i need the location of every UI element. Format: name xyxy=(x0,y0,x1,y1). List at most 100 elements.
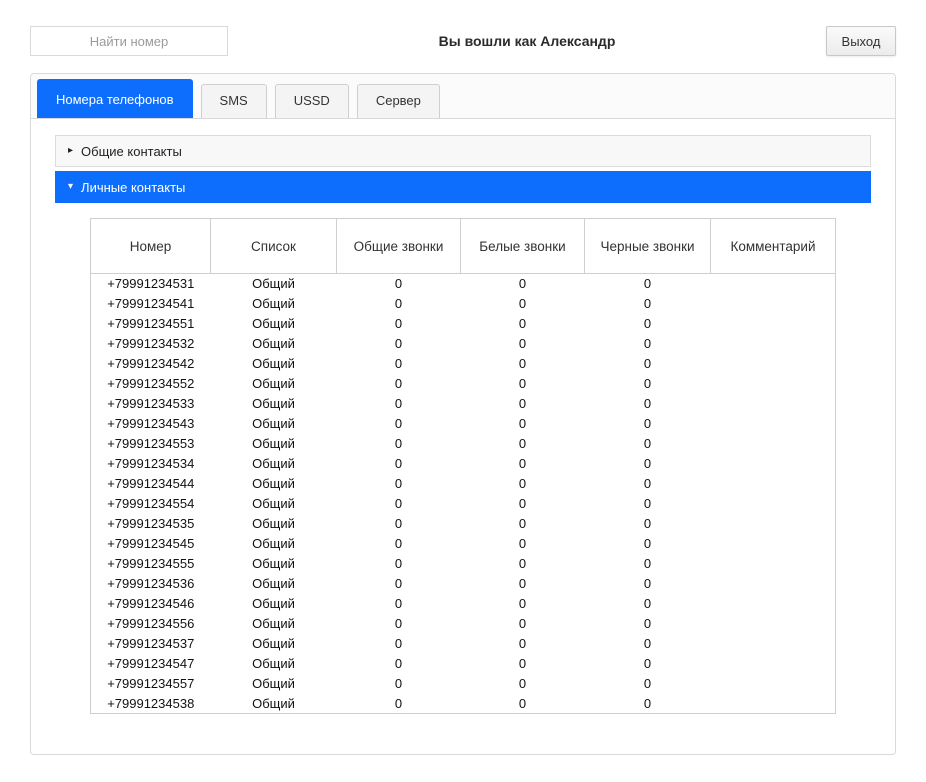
table-cell: Общий xyxy=(211,434,337,454)
table-row[interactable]: +79991234535Общий000 xyxy=(91,514,836,534)
table-row[interactable]: +79991234551Общий000 xyxy=(91,314,836,334)
table-cell: 0 xyxy=(461,394,585,414)
table-cell: Общий xyxy=(211,554,337,574)
table-cell: 0 xyxy=(585,474,711,494)
contacts-table: НомерСписокОбщие звонкиБелые звонкиЧерны… xyxy=(90,218,836,714)
column-header: Белые звонки xyxy=(461,219,585,274)
table-cell xyxy=(711,574,836,594)
table-cell: Общий xyxy=(211,274,337,294)
logout-button[interactable]: Выход xyxy=(826,26,896,56)
table-row[interactable]: +79991234555Общий000 xyxy=(91,554,836,574)
table-row[interactable]: +79991234544Общий000 xyxy=(91,474,836,494)
table-cell: 0 xyxy=(585,414,711,434)
search-input[interactable] xyxy=(30,26,228,56)
tab-ussd[interactable]: USSD xyxy=(275,84,349,118)
table-cell: +79991234544 xyxy=(91,474,211,494)
table-cell xyxy=(711,354,836,374)
table-cell: 0 xyxy=(337,534,461,554)
table-cell: 0 xyxy=(585,494,711,514)
table-row[interactable]: +79991234538Общий000 xyxy=(91,694,836,714)
main-panel: Номера телефонов SMS USSD Сервер ▸ Общие… xyxy=(30,73,896,755)
table-cell: +79991234531 xyxy=(91,274,211,294)
table-cell: 0 xyxy=(461,674,585,694)
table-cell: 0 xyxy=(337,354,461,374)
table-cell: +79991234551 xyxy=(91,314,211,334)
table-cell: 0 xyxy=(585,554,711,574)
table-row[interactable]: +79991234543Общий000 xyxy=(91,414,836,434)
table-cell: 0 xyxy=(461,334,585,354)
table-row[interactable]: +79991234534Общий000 xyxy=(91,454,836,474)
table-row[interactable]: +79991234536Общий000 xyxy=(91,574,836,594)
table-cell xyxy=(711,674,836,694)
table-row[interactable]: +79991234552Общий000 xyxy=(91,374,836,394)
table-row[interactable]: +79991234542Общий000 xyxy=(91,354,836,374)
column-header: Список xyxy=(211,219,337,274)
panel-body: ▸ Общие контакты ▾ Личные контакты Номер… xyxy=(31,119,895,714)
tab-phone-numbers[interactable]: Номера телефонов xyxy=(37,79,193,118)
table-cell: 0 xyxy=(461,634,585,654)
table-row[interactable]: +79991234557Общий000 xyxy=(91,674,836,694)
table-cell: 0 xyxy=(585,434,711,454)
table-cell xyxy=(711,514,836,534)
table-cell: 0 xyxy=(337,274,461,294)
table-cell: 0 xyxy=(585,274,711,294)
table-cell: Общий xyxy=(211,494,337,514)
table-cell: 0 xyxy=(461,294,585,314)
table-cell: 0 xyxy=(585,694,711,714)
table-row[interactable]: +79991234532Общий000 xyxy=(91,334,836,354)
table-cell: +79991234533 xyxy=(91,394,211,414)
table-cell: 0 xyxy=(337,374,461,394)
table-cell: 0 xyxy=(585,534,711,554)
table-row[interactable]: +79991234553Общий000 xyxy=(91,434,836,454)
table-row[interactable]: +79991234546Общий000 xyxy=(91,594,836,614)
table-cell: 0 xyxy=(337,634,461,654)
table-row[interactable]: +79991234545Общий000 xyxy=(91,534,836,554)
table-row[interactable]: +79991234556Общий000 xyxy=(91,614,836,634)
tab-server[interactable]: Сервер xyxy=(357,84,440,118)
table-cell xyxy=(711,314,836,334)
table-cell: +79991234554 xyxy=(91,494,211,514)
table-row[interactable]: +79991234537Общий000 xyxy=(91,634,836,654)
table-cell: 0 xyxy=(461,354,585,374)
column-header: Комментарий xyxy=(711,219,836,274)
table-cell: 0 xyxy=(337,554,461,574)
table-cell: +79991234538 xyxy=(91,694,211,714)
contacts-table-header: НомерСписокОбщие звонкиБелые звонкиЧерны… xyxy=(91,219,836,274)
table-cell: +79991234555 xyxy=(91,554,211,574)
table-cell: +79991234536 xyxy=(91,574,211,594)
table-row[interactable]: +79991234533Общий000 xyxy=(91,394,836,414)
table-row[interactable]: +79991234547Общий000 xyxy=(91,654,836,674)
table-cell: 0 xyxy=(585,574,711,594)
table-cell: 0 xyxy=(585,454,711,474)
page: Вы вошли как Александр Выход Номера теле… xyxy=(0,0,926,782)
table-cell xyxy=(711,474,836,494)
table-cell: 0 xyxy=(461,554,585,574)
table-cell: 0 xyxy=(585,394,711,414)
table-cell xyxy=(711,614,836,634)
table-cell xyxy=(711,274,836,294)
tab-sms[interactable]: SMS xyxy=(201,84,267,118)
table-row[interactable]: +79991234541Общий000 xyxy=(91,294,836,314)
table-cell: 0 xyxy=(585,634,711,654)
table-cell: +79991234557 xyxy=(91,674,211,694)
table-cell xyxy=(711,694,836,714)
table-row[interactable]: +79991234531Общий000 xyxy=(91,274,836,294)
table-cell: 0 xyxy=(461,694,585,714)
table-cell: 0 xyxy=(337,454,461,474)
table-cell: +79991234534 xyxy=(91,454,211,474)
column-header: Номер xyxy=(91,219,211,274)
tab-bar: Номера телефонов SMS USSD Сервер xyxy=(31,74,895,119)
column-header: Черные звонки xyxy=(585,219,711,274)
table-cell xyxy=(711,414,836,434)
table-row[interactable]: +79991234554Общий000 xyxy=(91,494,836,514)
accordion-personal-contacts[interactable]: ▾ Личные контакты xyxy=(55,171,871,203)
accordion-common-contacts[interactable]: ▸ Общие контакты xyxy=(55,135,871,167)
table-cell: 0 xyxy=(461,574,585,594)
table-cell: 0 xyxy=(461,434,585,454)
table-cell: Общий xyxy=(211,634,337,654)
table-cell: 0 xyxy=(461,454,585,474)
table-cell: +79991234532 xyxy=(91,334,211,354)
table-cell xyxy=(711,374,836,394)
table-cell: 0 xyxy=(585,354,711,374)
table-cell: +79991234556 xyxy=(91,614,211,634)
